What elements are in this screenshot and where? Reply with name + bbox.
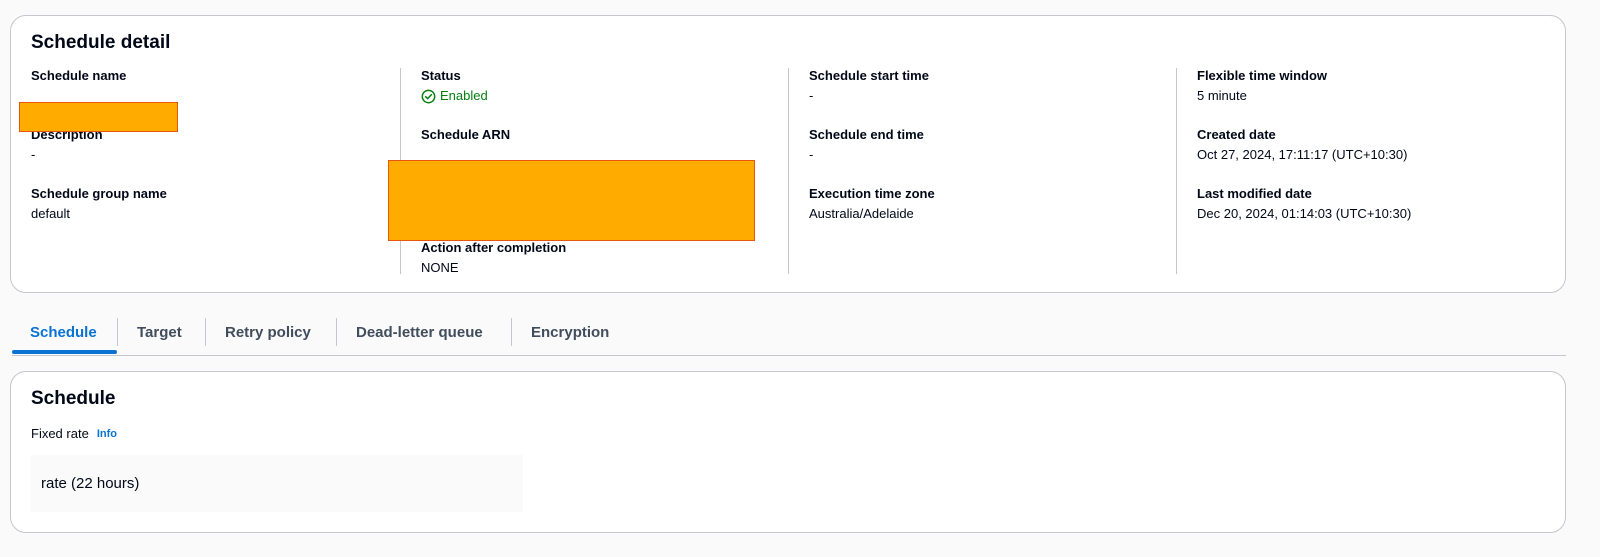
- created-date-field: Created date Oct 27, 2024, 17:11:17 (UTC…: [1197, 127, 1556, 186]
- status-field: Status Enabled: [421, 68, 780, 127]
- modified-date-label: Last modified date: [1197, 186, 1312, 201]
- modified-date-field: Last modified date Dec 20, 2024, 01:14:0…: [1197, 186, 1556, 245]
- created-date-label: Created date: [1197, 127, 1276, 142]
- fixed-rate-label: Fixed rate: [31, 426, 89, 441]
- tab-encryption-label: Encryption: [531, 324, 610, 341]
- schedule-group-field: Schedule group name default: [31, 186, 391, 245]
- flex-window-field: Flexible time window 5 minute: [1197, 68, 1556, 127]
- check-circle-icon: [421, 89, 436, 103]
- action-after-completion-value: NONE: [421, 260, 459, 275]
- tab-retry-policy-label: Retry policy: [225, 324, 311, 341]
- tab-target-label: Target: [137, 324, 182, 341]
- schedule-name-redaction: [19, 102, 178, 132]
- tab-dead-letter-queue-label: Dead-letter queue: [356, 324, 483, 341]
- schedule-detail-card: Schedule detail Schedule name Descriptio…: [10, 15, 1566, 293]
- schedule-arn-label: Schedule ARN: [421, 127, 511, 142]
- schedule-section-title: Schedule: [31, 388, 116, 409]
- start-time-label: Schedule start time: [809, 68, 929, 83]
- flex-window-value: 5 minute: [1197, 88, 1247, 103]
- end-time-label: Schedule end time: [809, 127, 924, 142]
- start-time-field: Schedule start time -: [809, 68, 1168, 127]
- created-date-value: Oct 27, 2024, 17:11:17 (UTC+10:30): [1197, 147, 1408, 162]
- end-time-value: -: [809, 147, 814, 162]
- schedule-name-label: Schedule name: [31, 68, 127, 83]
- timezone-field: Execution time zone Australia/Adelaide: [809, 186, 1168, 245]
- status-indicator: Enabled: [421, 88, 780, 104]
- tab-dead-letter-queue[interactable]: Dead-letter queue: [336, 316, 511, 352]
- description-value: -: [31, 147, 36, 162]
- detail-tabs: Schedule Target Retry policy Dead-letter…: [12, 316, 1566, 356]
- status-label: Status: [421, 68, 461, 83]
- timezone-label: Execution time zone: [809, 186, 935, 201]
- tab-encryption[interactable]: Encryption: [511, 316, 632, 352]
- schedule-card: Schedule Fixed rate Info rate (22 hours): [10, 371, 1566, 533]
- info-link[interactable]: Info: [97, 428, 117, 440]
- timezone-value: Australia/Adelaide: [809, 206, 914, 221]
- flex-window-label: Flexible time window: [1197, 68, 1328, 83]
- detail-column-2: Status Enabled Schedule ARN Action after…: [388, 68, 780, 275]
- tab-retry-policy[interactable]: Retry policy: [205, 316, 336, 352]
- tab-schedule[interactable]: Schedule: [12, 316, 117, 354]
- schedule-group-value: default: [31, 206, 71, 221]
- action-after-completion-label: Action after completion: [421, 240, 567, 255]
- schedule-detail-title: Schedule detail: [31, 32, 171, 53]
- tab-schedule-label: Schedule: [30, 324, 97, 341]
- start-time-value: -: [809, 88, 814, 103]
- end-time-field: Schedule end time -: [809, 127, 1168, 186]
- schedule-group-label: Schedule group name: [31, 186, 167, 201]
- status-value: Enabled: [440, 88, 488, 103]
- rate-expression-value: rate (22 hours): [31, 455, 523, 512]
- detail-column-4: Flexible time window 5 minute Created da…: [1176, 68, 1556, 274]
- description-field: Description -: [31, 127, 391, 186]
- tab-target[interactable]: Target: [117, 316, 205, 352]
- detail-column-1: Schedule name Description - Schedule gro…: [19, 68, 391, 274]
- fixed-rate-label-row: Fixed rate Info: [31, 426, 117, 441]
- detail-column-3: Schedule start time - Schedule end time …: [788, 68, 1168, 274]
- action-after-completion-field: Action after completion NONE: [421, 240, 566, 299]
- modified-date-value: Dec 20, 2024, 01:14:03 (UTC+10:30): [1197, 206, 1412, 221]
- schedule-arn-redaction: [388, 160, 755, 241]
